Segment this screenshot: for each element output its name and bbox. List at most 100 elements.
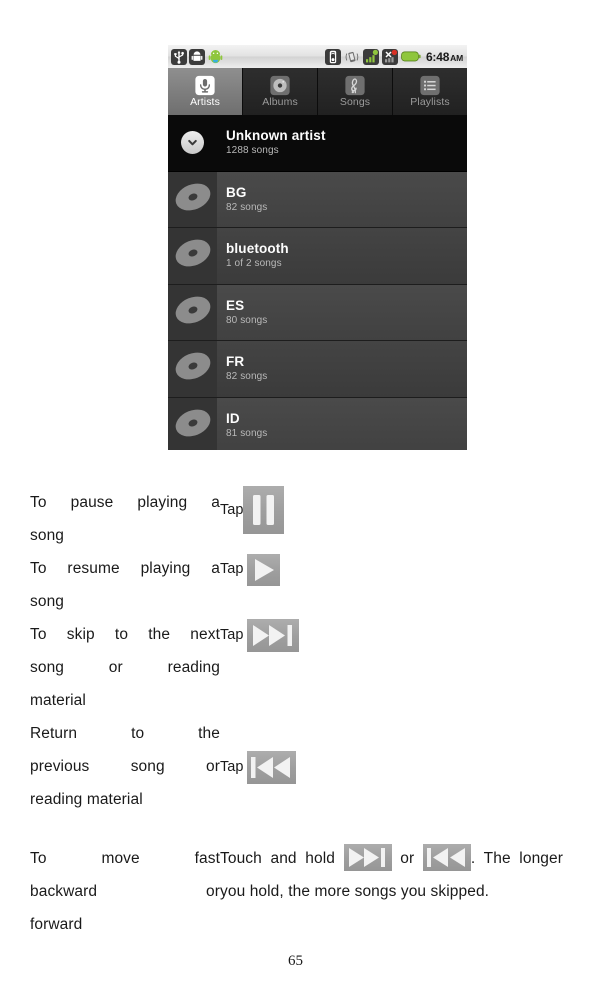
list-item-title: ES bbox=[226, 297, 245, 313]
list-item-text: ID 81 songs bbox=[217, 411, 267, 440]
disc-icon bbox=[173, 293, 213, 332]
task-line: material bbox=[30, 692, 86, 709]
list-item-leading bbox=[168, 115, 217, 171]
clock-meridiem: AM bbox=[450, 52, 463, 63]
list-item-es[interactable]: ES 80 songs bbox=[168, 284, 467, 341]
phone-screenshot: 6:48AM Artists Albums Songs Playlists Un… bbox=[168, 45, 467, 450]
tap-label: Tap bbox=[220, 501, 244, 518]
task-line: previous song or bbox=[30, 758, 220, 775]
list-item-title: Unknown artist bbox=[226, 128, 326, 144]
disc-icon bbox=[173, 180, 213, 219]
list-item-unknown-artist[interactable]: Unknown artist 1288 songs bbox=[168, 115, 467, 172]
android-debug-icon bbox=[189, 48, 205, 65]
fast-row-text-before: Touch and hold bbox=[220, 850, 335, 867]
artist-list[interactable]: Unknown artist 1288 songs BG 82 songs bl… bbox=[168, 115, 467, 450]
list-item-leading bbox=[168, 228, 217, 284]
android-mascot-icon bbox=[207, 48, 224, 65]
tab-songs[interactable]: Songs bbox=[318, 68, 393, 115]
instruction-table: To pause playing a song Tap To resume pl… bbox=[30, 486, 563, 941]
list-item-leading bbox=[168, 171, 217, 227]
battery-icon bbox=[401, 50, 421, 63]
list-item-title: BG bbox=[226, 184, 247, 200]
action-cell: Tap bbox=[220, 717, 563, 816]
music-tab-bar[interactable]: Artists Albums Songs Playlists bbox=[168, 68, 467, 115]
task-line: reading material bbox=[30, 791, 143, 808]
next-track-icon[interactable] bbox=[247, 619, 300, 652]
task-line: To resume playing a bbox=[30, 560, 220, 577]
treble-clef-icon bbox=[344, 75, 366, 96]
list-item-text: Unknown artist 1288 songs bbox=[217, 128, 326, 157]
vibrate-icon bbox=[344, 49, 360, 65]
fast-row-text-middle: or bbox=[400, 850, 415, 867]
table-row: To resume playing a song Tap bbox=[30, 552, 563, 618]
list-icon bbox=[419, 75, 441, 96]
task-cell: To move fast backward or forward bbox=[30, 842, 220, 941]
table-row: To move fast backward or forward Touch a… bbox=[30, 842, 563, 941]
tab-artists-label: Artists bbox=[190, 96, 220, 108]
disc-icon bbox=[173, 236, 213, 275]
list-item-text: BG 82 songs bbox=[217, 185, 267, 214]
tab-songs-label: Songs bbox=[339, 96, 371, 108]
page-number: 65 bbox=[288, 953, 303, 969]
tab-albums[interactable]: Albums bbox=[243, 68, 318, 115]
task-line: song bbox=[30, 593, 65, 610]
task-cell: To resume playing a song bbox=[30, 552, 220, 618]
signal-bars-icon bbox=[362, 48, 379, 65]
task-cell: To pause playing a song bbox=[30, 486, 220, 552]
tab-playlists[interactable]: Playlists bbox=[393, 68, 467, 115]
list-item-fr[interactable]: FR 82 songs bbox=[168, 341, 467, 398]
list-item-subtitle: 1288 songs bbox=[226, 145, 279, 157]
microphone-icon bbox=[194, 75, 216, 96]
action-cell: Touch and hold or . The longer you hold,… bbox=[220, 842, 563, 941]
previous-track-icon[interactable] bbox=[422, 844, 471, 871]
tap-label: Tap bbox=[220, 561, 244, 577]
alarm-icon bbox=[324, 48, 341, 65]
list-item-bg[interactable]: BG 82 songs bbox=[168, 171, 467, 228]
task-line: To move fast bbox=[30, 850, 220, 867]
list-item-subtitle: 1 of 2 songs bbox=[226, 258, 282, 270]
list-item-text: ES 80 songs bbox=[217, 298, 267, 327]
list-item-id[interactable]: ID 81 songs bbox=[168, 397, 467, 450]
fast-row-text: Touch and hold or . The longer you hold,… bbox=[220, 842, 563, 908]
play-icon[interactable] bbox=[247, 553, 281, 586]
list-item-text: bluetooth 1 of 2 songs bbox=[217, 241, 289, 270]
task-line: song or reading bbox=[30, 659, 220, 676]
chevron-down-icon[interactable] bbox=[181, 131, 204, 155]
list-item-title: FR bbox=[226, 354, 245, 370]
table-row: Return to the previous song or reading m… bbox=[30, 717, 563, 816]
tab-artists[interactable]: Artists bbox=[168, 68, 243, 115]
status-bar: 6:48AM bbox=[168, 45, 467, 68]
usb-icon bbox=[171, 48, 187, 65]
disc-icon bbox=[173, 406, 213, 445]
task-cell: Return to the previous song or reading m… bbox=[30, 717, 220, 816]
list-item-subtitle: 81 songs bbox=[226, 427, 268, 439]
signal-bars-x-icon bbox=[381, 48, 398, 65]
tap-label: Tap bbox=[220, 627, 244, 643]
previous-track-icon[interactable] bbox=[247, 750, 297, 784]
task-cell: To skip to the next song or reading mate… bbox=[30, 618, 220, 717]
list-item-subtitle: 82 songs bbox=[226, 201, 268, 213]
tab-playlists-label: Playlists bbox=[410, 96, 450, 108]
pause-icon[interactable] bbox=[243, 486, 285, 534]
status-bar-clock: 6:48AM bbox=[426, 50, 463, 64]
disc-icon bbox=[269, 75, 291, 96]
disc-icon bbox=[173, 349, 213, 388]
tab-albums-label: Albums bbox=[262, 96, 298, 108]
next-track-icon[interactable] bbox=[343, 844, 392, 871]
task-line: forward bbox=[30, 916, 83, 933]
task-line: backward or bbox=[30, 883, 220, 900]
task-line: To skip to the next bbox=[30, 626, 220, 643]
status-bar-left-icons bbox=[171, 48, 224, 65]
table-spacer bbox=[30, 816, 563, 842]
task-line: To pause playing a bbox=[30, 494, 220, 511]
tap-label: Tap bbox=[220, 758, 244, 775]
action-cell: Tap bbox=[220, 552, 563, 618]
list-item-text: FR 82 songs bbox=[217, 354, 267, 383]
list-item-title: bluetooth bbox=[226, 241, 289, 257]
list-item-bluetooth[interactable]: bluetooth 1 of 2 songs bbox=[168, 228, 467, 285]
list-item-subtitle: 82 songs bbox=[226, 371, 268, 383]
table-row: To pause playing a song Tap bbox=[30, 486, 563, 552]
action-cell: Tap bbox=[220, 618, 563, 717]
action-cell: Tap bbox=[220, 486, 563, 552]
task-line: song bbox=[30, 527, 65, 544]
